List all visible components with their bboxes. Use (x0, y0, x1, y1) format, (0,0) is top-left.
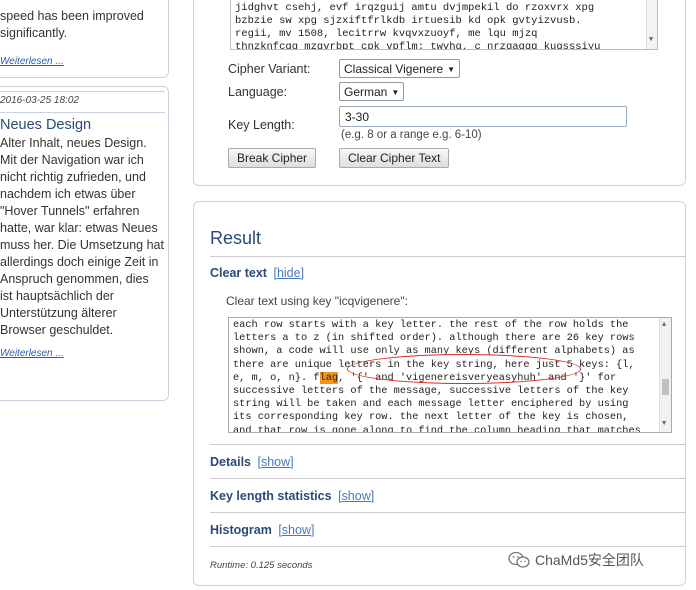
post-body-line: muss her. Die Umsetzung hat (0, 238, 164, 252)
clear-text-line: its corresponding key row. the next lett… (233, 411, 629, 424)
divider (210, 478, 686, 479)
cipher-form-panel: jidghvt csehj, evf irqzguij amtu dvjmpek… (193, 0, 686, 186)
break-cipher-button[interactable]: Break Cipher (228, 148, 317, 168)
cipher-text-input[interactable]: jidghvt csehj, evf irqzguij amtu dvjmpek… (230, 0, 658, 50)
divider (210, 546, 686, 547)
scroll-down-icon[interactable]: ▼ (649, 34, 653, 47)
search-highlight: lag (319, 371, 339, 384)
key-length-stats-label: Key length statistics (210, 489, 332, 503)
flag-line-after: , '{' and 'vigenereisveryeasyhuh' and '}… (338, 371, 617, 384)
post-body-line: Alter Inhalt, neues Design. (0, 136, 147, 150)
divider (210, 512, 686, 513)
clear-text-output[interactable]: each row starts with a key letter. the r… (228, 317, 672, 433)
key-length-input[interactable]: 3-30 (339, 106, 627, 127)
cipher-variant-value: Classical Vigenere (344, 62, 444, 76)
runtime-label: Runtime: 0.125 seconds (210, 560, 313, 571)
post-snippet-line: speed has been improved (0, 9, 144, 23)
post-body-line: hatte, war klar: etwas Neues (0, 221, 158, 235)
clear-text-key-label: Clear text using key "icqvigenere": (226, 294, 408, 308)
clear-text-line: string will be taken and each message le… (233, 398, 629, 411)
scroll-down-icon[interactable]: ▼ (662, 418, 666, 431)
language-value: German (344, 85, 388, 99)
clear-text-flag-line: e, m, o, n}. flag, '{' and 'vigenereisve… (233, 371, 657, 385)
details-toggle-label[interactable]: show (261, 455, 290, 469)
key-length-stats-heading: Key length statistics [show] (210, 489, 374, 503)
key-length-stats-toggle-label[interactable]: show (342, 489, 371, 503)
post-snippet-line: significantly. (0, 26, 68, 40)
cipher-text-line: regii, mv 1508, lecitrrw kvqvxzuoyf, me … (235, 28, 538, 40)
clear-text-line: successive letters of the message, succe… (233, 385, 629, 398)
watermark-text: ChaMd5安全团队 (535, 552, 644, 568)
divider (0, 112, 165, 113)
scrollbar[interactable]: ▼ (646, 0, 657, 49)
clear-text-heading: Clear text [hide] (210, 266, 304, 280)
dropdown-arrow-icon: ▼ (447, 65, 456, 74)
clear-text-line: and that row is gone along to find the c… (233, 424, 641, 433)
flag-line-before: e, m, o, n}. f (233, 371, 320, 384)
post-body-line: "Hover Tunnels" erfahren (0, 204, 140, 218)
language-label: Language: (228, 85, 288, 99)
clear-text-heading-label: Clear text (210, 266, 267, 280)
cipher-text-line: bzbzie sw xpg sjzxiftfrlkdb irtuesib kd … (235, 15, 582, 27)
post-body-line: nicht richtig zufrieden, und (0, 170, 146, 184)
read-more-link[interactable]: Weiterlesen ... (0, 56, 168, 67)
language-select[interactable]: German ▼ (339, 82, 405, 101)
scrollbar-thumb[interactable] (662, 379, 669, 395)
watermark: ChaMd5安全团队 (508, 550, 644, 570)
sidebar-post-card: 2016-03-25 18:02 Neues Design Alter Inha… (0, 86, 169, 401)
post-body-line: Browser geschuldet. (0, 323, 114, 337)
post-body-line: Anspruch genommen, dies (0, 272, 149, 286)
result-title: Result (210, 228, 262, 248)
key-length-hint: (e.g. 8 or a range e.g. 6-10) (341, 129, 482, 141)
dropdown-arrow-icon: ▼ (391, 88, 400, 97)
post-body-line: Unterstützung älterer (0, 306, 117, 320)
details-heading-label: Details (210, 455, 251, 469)
clear-cipher-text-button[interactable]: Clear Cipher Text (339, 148, 450, 168)
divider (210, 256, 686, 257)
result-panel: Result Clear text [hide] Clear text usin… (193, 201, 686, 586)
details-toggle[interactable]: [show] (257, 455, 293, 469)
cipher-text-line: thnzknfcgg mzqvrbpt cpk vpflm: twvhg, c … (235, 41, 601, 50)
post-body-line: nachdem ich etwas über (0, 187, 136, 201)
post-body-line: Mit der Navigation war ich (0, 153, 144, 167)
cipher-variant-select[interactable]: Classical Vigenere ▼ (339, 59, 461, 78)
clear-text-line: letters a to z (in shifted order). altho… (233, 332, 635, 345)
scrollbar[interactable]: ▲ ▼ (659, 318, 671, 432)
details-heading: Details [show] (210, 455, 294, 469)
histogram-heading-label: Histogram (210, 523, 272, 537)
post-date: 2016-03-25 18:02 (0, 95, 79, 106)
key-length-stats-toggle[interactable]: [show] (338, 489, 374, 503)
histogram-toggle-label[interactable]: show (282, 523, 311, 537)
histogram-heading: Histogram [show] (210, 523, 314, 537)
post-body-line: ist hauptsächlich der (0, 289, 114, 303)
wechat-logo-icon (508, 551, 530, 568)
cipher-variant-label: Cipher Variant: (228, 62, 311, 76)
cipher-text-line: jidghvt csehj, evf irqzguij amtu dvjmpek… (235, 2, 595, 14)
divider (210, 444, 686, 445)
clear-text-line: shown, a code will use only as many keys… (233, 345, 635, 358)
post-body-line: allerdings doch einige Zeit in (0, 255, 159, 269)
read-more-link[interactable]: Weiterlesen ... (0, 348, 168, 359)
key-length-label: Key Length: (228, 118, 295, 132)
clear-text-line: each row starts with a key letter. the r… (233, 319, 629, 331)
scroll-up-icon[interactable]: ▲ (662, 319, 666, 332)
post-title[interactable]: Neues Design (0, 117, 168, 133)
clear-text-toggle-label[interactable]: hide (277, 266, 301, 280)
sidebar-post-card: speed has been improved significantly. W… (0, 0, 169, 78)
clear-text-line: there are unique letters in the key stri… (233, 358, 635, 371)
clear-text-toggle[interactable]: [hide] (273, 266, 304, 280)
histogram-toggle[interactable]: [show] (278, 523, 314, 537)
